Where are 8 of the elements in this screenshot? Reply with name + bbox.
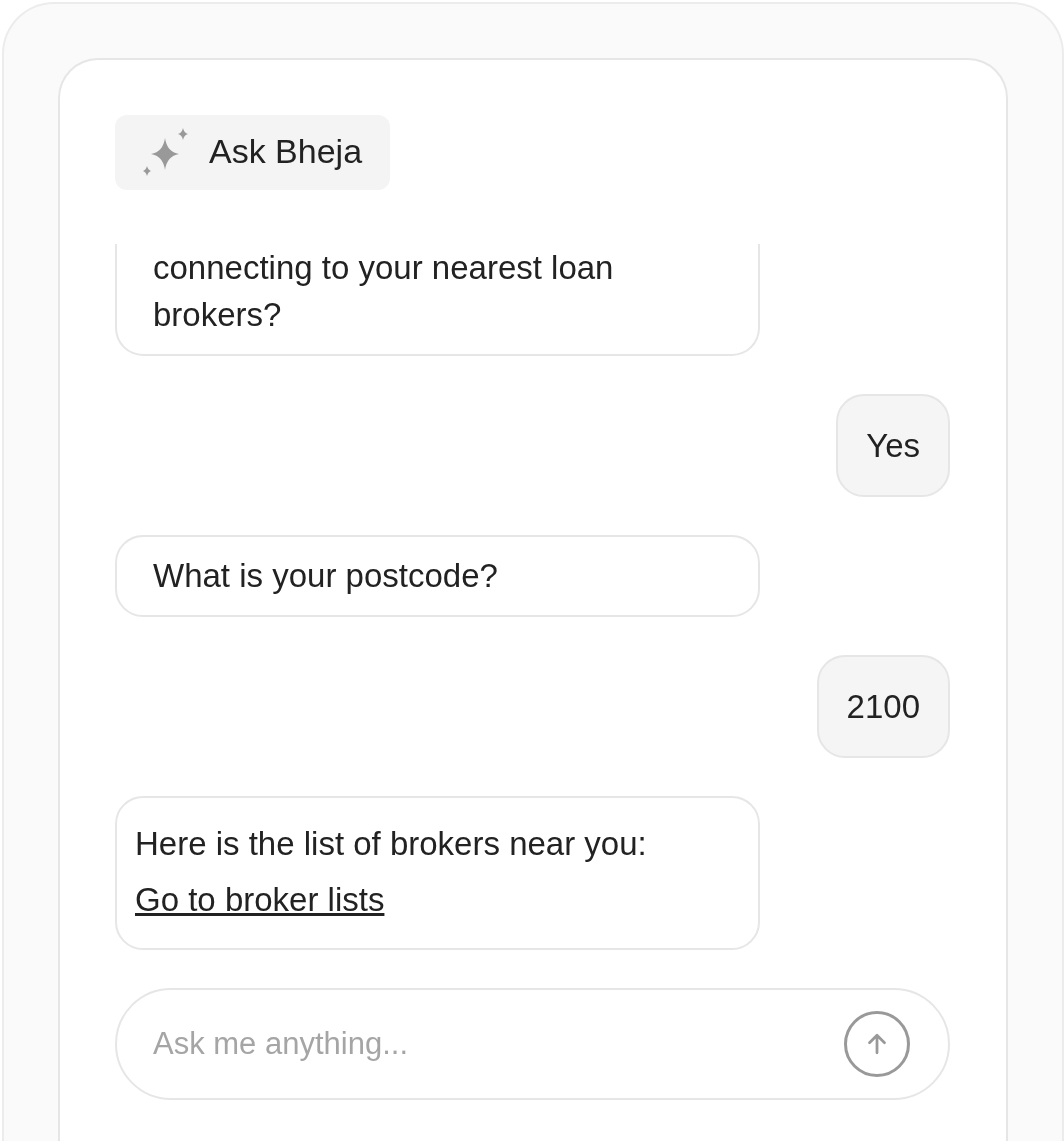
bot-message-text: Here is the list of brokers near you: <box>135 824 647 864</box>
broker-list-link[interactable]: Go to broker lists <box>135 872 385 928</box>
assistant-title: Ask Bheja <box>209 132 363 171</box>
bot-message-text: What is your postcode? <box>153 557 498 594</box>
bot-message-text: connecting to your nearest loan brokers? <box>153 249 614 333</box>
user-message: 2100 <box>816 655 950 758</box>
message-input[interactable]: Ask me anything... <box>115 988 950 1100</box>
user-message: Yes <box>836 394 950 497</box>
